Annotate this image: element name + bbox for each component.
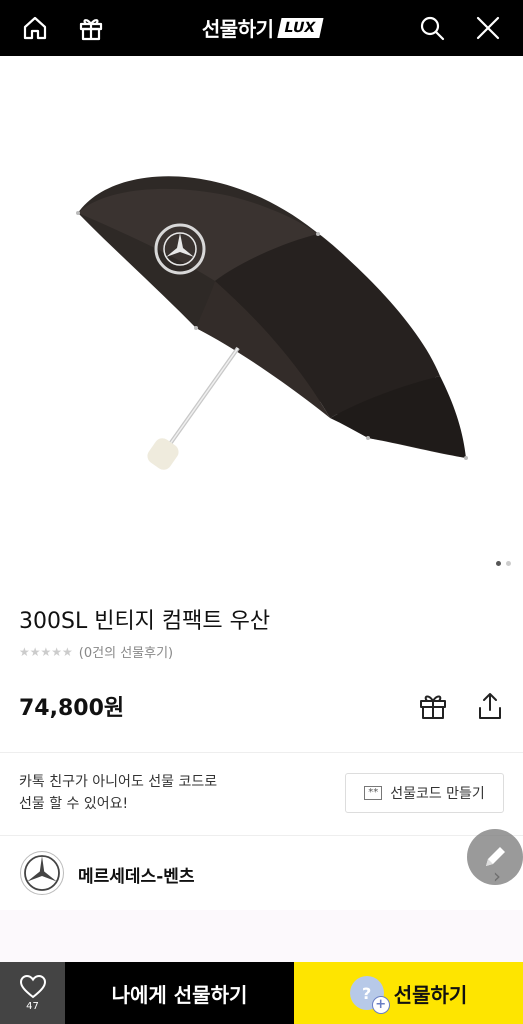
bottom-action-bar: 47 나에게 선물하기 ? + 선물하기	[0, 962, 523, 1024]
gallery-pagination	[496, 561, 511, 566]
gift-to-self-button[interactable]: 나에게 선물하기	[65, 962, 294, 1024]
search-icon[interactable]	[416, 12, 448, 44]
pencil-icon	[486, 847, 505, 866]
friend-avatar-icon: ? +	[349, 976, 390, 1014]
gift-icon[interactable]	[75, 12, 107, 44]
product-title: 300SL 빈티지 컴팩트 우산	[19, 609, 271, 634]
brand-row[interactable]: 메르세데스-벤츠 ›	[0, 836, 523, 910]
create-gift-code-label: 선물코드 만들기	[390, 786, 485, 802]
brand-name-label: 메르세데스-벤츠	[78, 867, 195, 887]
home-icon[interactable]	[19, 12, 51, 44]
rating-stars: ★★★★★	[19, 644, 73, 659]
close-icon[interactable]	[472, 12, 504, 44]
rating-row[interactable]: ★★★★★ (0건의 선물후기)	[19, 642, 174, 662]
gift-code-description: 카톡 친구가 아니어도 선물 코드로 선물 할 수 있어요!	[19, 771, 279, 815]
edit-fab-button[interactable]	[467, 829, 523, 885]
product-image[interactable]	[0, 56, 523, 576]
avatar-glyph: ?	[362, 983, 372, 1003]
share-icon[interactable]	[474, 690, 506, 722]
section-spacer	[0, 910, 523, 962]
gift-button[interactable]: ? + 선물하기	[294, 962, 523, 1024]
top-bar: 선물하기 LUX	[0, 0, 523, 56]
gallery-dot-active[interactable]	[496, 561, 501, 566]
code-tag-icon: **	[364, 786, 383, 800]
brand-logo[interactable]: 선물하기 LUX	[201, 13, 324, 42]
brand-name: 선물하기	[201, 17, 274, 41]
divider	[0, 752, 523, 753]
create-gift-code-button[interactable]: ** 선물코드 만들기	[345, 773, 504, 813]
product-price: 74,800원	[19, 696, 125, 721]
like-count: 47	[26, 1000, 39, 1012]
review-count: (0건의 선물후기)	[78, 646, 174, 661]
gift-button-label: 선물하기	[393, 982, 468, 1007]
heart-icon	[19, 974, 46, 998]
wish-gift-icon[interactable]	[417, 690, 449, 722]
gift-code-line1: 카톡 친구가 아니어도 선물 코드로	[19, 774, 218, 790]
like-button[interactable]: 47	[0, 962, 65, 1024]
gift-code-line2: 선물 할 수 있어요!	[19, 796, 129, 812]
add-friend-icon: +	[371, 996, 390, 1014]
brand-badge: LUX	[277, 17, 324, 38]
gallery-dot[interactable]	[506, 561, 511, 566]
mercedes-logo-icon	[19, 850, 65, 900]
